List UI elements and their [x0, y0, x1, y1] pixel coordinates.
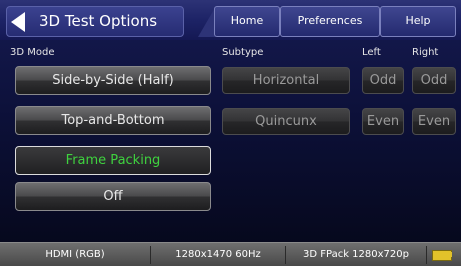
back-arrow-icon [11, 12, 25, 32]
subtype-column-label: Subtype [222, 47, 264, 58]
battery-icon [432, 250, 452, 261]
status-format: 3D FPack 1280x720p [303, 249, 409, 260]
left-column-label: Left [362, 47, 381, 58]
tab-preferences[interactable]: Preferences [280, 6, 380, 37]
header-bar: 3D Test Options Home Preferences Help [0, 0, 461, 40]
tab-help-label: Help [405, 14, 431, 27]
mode-side-by-side-button[interactable]: Side-by-Side (Half) [15, 66, 211, 95]
mode-top-and-bottom-button[interactable]: Top-and-Bottom [15, 106, 211, 135]
page-title: 3D Test Options [39, 12, 158, 30]
status-bar: HDMI (RGB) 1280x1470 60Hz 3D FPack 1280x… [0, 242, 461, 266]
tab-help[interactable]: Help [380, 6, 456, 37]
battery-tip-icon [450, 252, 452, 257]
left-even-button[interactable]: Even [362, 108, 404, 135]
mode-frame-packing-button[interactable]: Frame Packing [15, 146, 211, 175]
status-divider [426, 246, 427, 264]
right-even-button[interactable]: Even [412, 108, 456, 135]
tab-home[interactable]: Home [214, 6, 280, 37]
tab-home-label: Home [230, 14, 264, 27]
right-column-label: Right [412, 47, 439, 58]
mode-off-button[interactable]: Off [15, 182, 211, 211]
mode-column-label: 3D Mode [10, 47, 55, 58]
subtype-quincunx-button[interactable]: Quincunx [222, 108, 350, 135]
status-timing: 1280x1470 60Hz [175, 249, 261, 260]
tab-preferences-label: Preferences [297, 14, 363, 27]
back-button[interactable]: 3D Test Options [6, 6, 184, 37]
left-odd-button[interactable]: Odd [362, 67, 404, 94]
status-interface: HDMI (RGB) [45, 249, 105, 260]
screen: 3D Test Options Home Preferences Help 3D… [0, 0, 461, 266]
right-odd-button[interactable]: Odd [412, 67, 456, 94]
subtype-horizontal-button[interactable]: Horizontal [222, 67, 350, 94]
